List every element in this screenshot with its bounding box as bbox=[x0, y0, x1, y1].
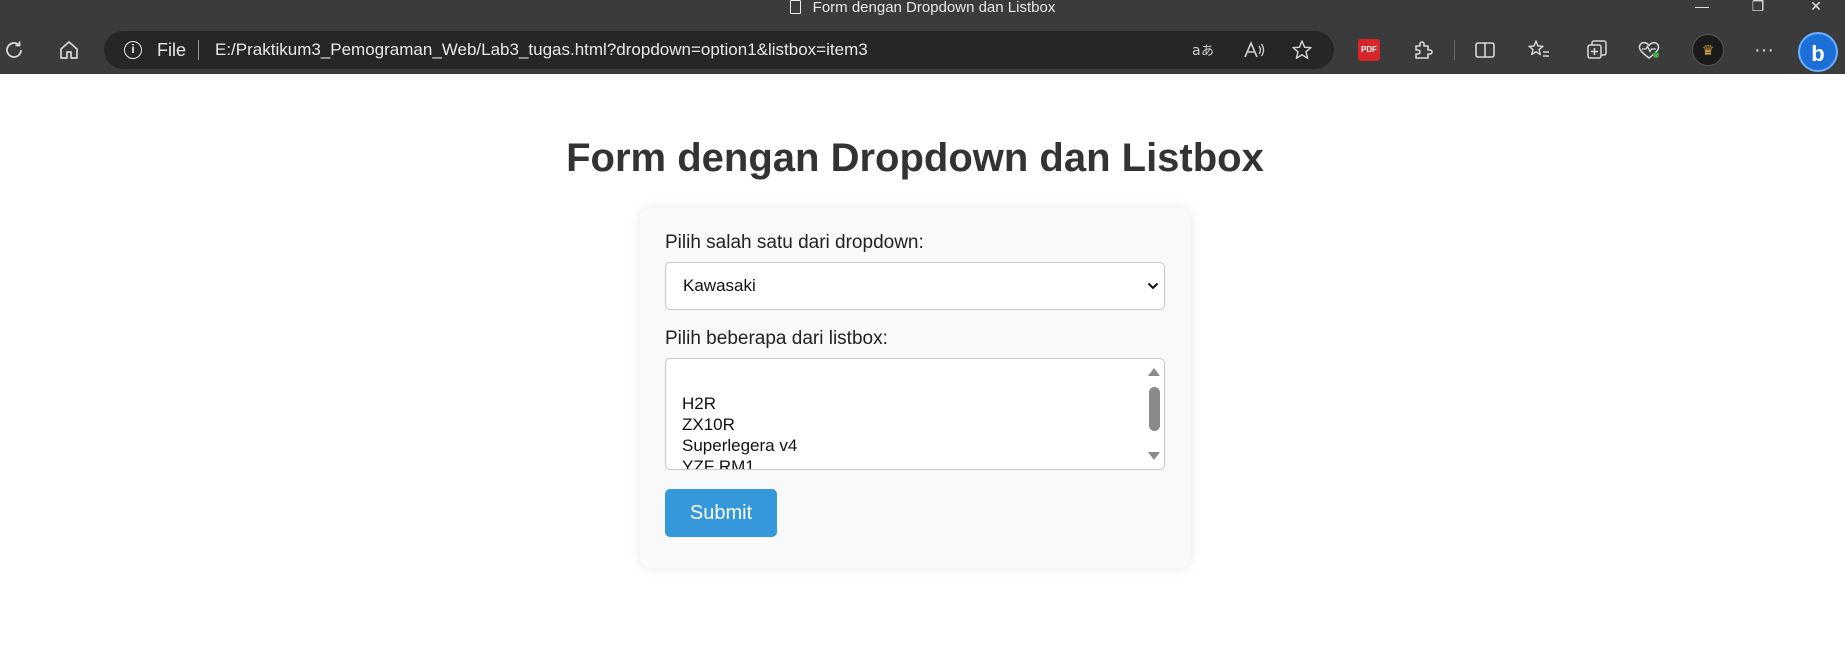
close-window-button[interactable]: ✕ bbox=[1791, 0, 1841, 16]
restore-button[interactable]: ❐ bbox=[1733, 0, 1783, 16]
bing-icon: b bbox=[1811, 41, 1825, 66]
listbox-option[interactable]: YZF RM1 bbox=[682, 456, 797, 469]
info-icon[interactable]: i bbox=[124, 41, 142, 59]
scroll-down-arrow-icon[interactable] bbox=[1148, 452, 1160, 460]
minimize-button[interactable]: — bbox=[1677, 0, 1727, 16]
window-title: Form dengan Dropdown dan Listbox bbox=[0, 0, 1845, 16]
page-content: Form dengan Dropdown dan Listbox Pilih s… bbox=[0, 74, 1845, 661]
avatar: ♛ bbox=[1692, 34, 1724, 66]
translate-icon: aあ bbox=[1192, 43, 1214, 59]
url-text[interactable]: E:/Praktikum3_Pemograman_Web/Lab3_tugas.… bbox=[215, 41, 868, 59]
address-prefix: File bbox=[157, 40, 187, 60]
read-aloud-button[interactable] bbox=[1237, 36, 1271, 64]
chevron-down-icon bbox=[1147, 282, 1159, 290]
listbox-option[interactable]: ZX10R bbox=[682, 414, 797, 435]
favorites-button[interactable] bbox=[1519, 26, 1559, 74]
favorites-icon bbox=[1528, 40, 1549, 57]
listbox-option[interactable]: Superlegera v4 bbox=[682, 435, 797, 456]
home-icon bbox=[60, 41, 78, 59]
profile-button[interactable]: ♛ bbox=[1688, 26, 1728, 74]
document-icon bbox=[789, 0, 801, 14]
address-bar[interactable]: i File E:/Praktikum3_Pemograman_Web/Lab3… bbox=[104, 31, 1334, 69]
read-aloud-icon bbox=[1244, 40, 1265, 58]
browser-toolbar: i File E:/Praktikum3_Pemograman_Web/Lab3… bbox=[0, 26, 1845, 74]
pdf-icon: PDF bbox=[1358, 39, 1380, 61]
bing-copilot-button[interactable]: b bbox=[1798, 32, 1838, 72]
listbox-option[interactable]: H2R bbox=[682, 393, 797, 414]
toolbar-divider bbox=[1454, 40, 1455, 60]
listbox[interactable]: H2R ZX10R Superlegera v4 YZF RM1 bbox=[665, 358, 1165, 470]
extensions-button[interactable] bbox=[1403, 26, 1443, 74]
split-screen-icon bbox=[1475, 42, 1495, 58]
page-title: Form dengan Dropdown dan Listbox bbox=[566, 136, 1264, 180]
collections-icon bbox=[1587, 40, 1607, 59]
dropdown-label: Pilih salah satu dari dropdown: bbox=[665, 232, 924, 253]
home-button[interactable] bbox=[49, 26, 89, 74]
browser-essentials-button[interactable] bbox=[1629, 26, 1669, 74]
dropdown-select[interactable]: Kawasaki bbox=[665, 262, 1165, 310]
heart-pulse-icon bbox=[1638, 41, 1660, 59]
pdf-extension-button[interactable]: PDF bbox=[1349, 26, 1389, 74]
address-separator bbox=[198, 40, 199, 60]
listbox-options: H2R ZX10R Superlegera v4 YZF RM1 bbox=[682, 393, 797, 469]
favorite-button[interactable] bbox=[1285, 36, 1319, 64]
scroll-up-arrow-icon[interactable] bbox=[1148, 368, 1160, 376]
submit-button[interactable]: Submit bbox=[665, 489, 777, 537]
star-icon bbox=[1292, 40, 1312, 59]
puzzle-icon bbox=[1415, 41, 1433, 59]
svg-text:a: a bbox=[1192, 43, 1201, 59]
browser-chrome: Form dengan Dropdown dan Listbox — ❐ ✕ i… bbox=[0, 0, 1845, 74]
listbox-label: Pilih beberapa dari listbox: bbox=[665, 328, 888, 349]
translate-button[interactable]: aあ bbox=[1187, 36, 1221, 64]
split-screen-button[interactable] bbox=[1465, 26, 1505, 74]
svg-text:あ: あ bbox=[1201, 44, 1214, 59]
more-options-button[interactable]: ··· bbox=[1744, 26, 1784, 74]
collections-button[interactable] bbox=[1577, 26, 1617, 74]
scrollbar-thumb[interactable] bbox=[1149, 387, 1160, 431]
dropdown-value: Kawasaki bbox=[683, 276, 756, 295]
more-icon: ··· bbox=[1754, 38, 1774, 61]
refresh-icon bbox=[6, 41, 22, 58]
refresh-button[interactable] bbox=[0, 26, 34, 74]
form-card: Pilih salah satu dari dropdown: Kawasaki… bbox=[640, 208, 1190, 568]
